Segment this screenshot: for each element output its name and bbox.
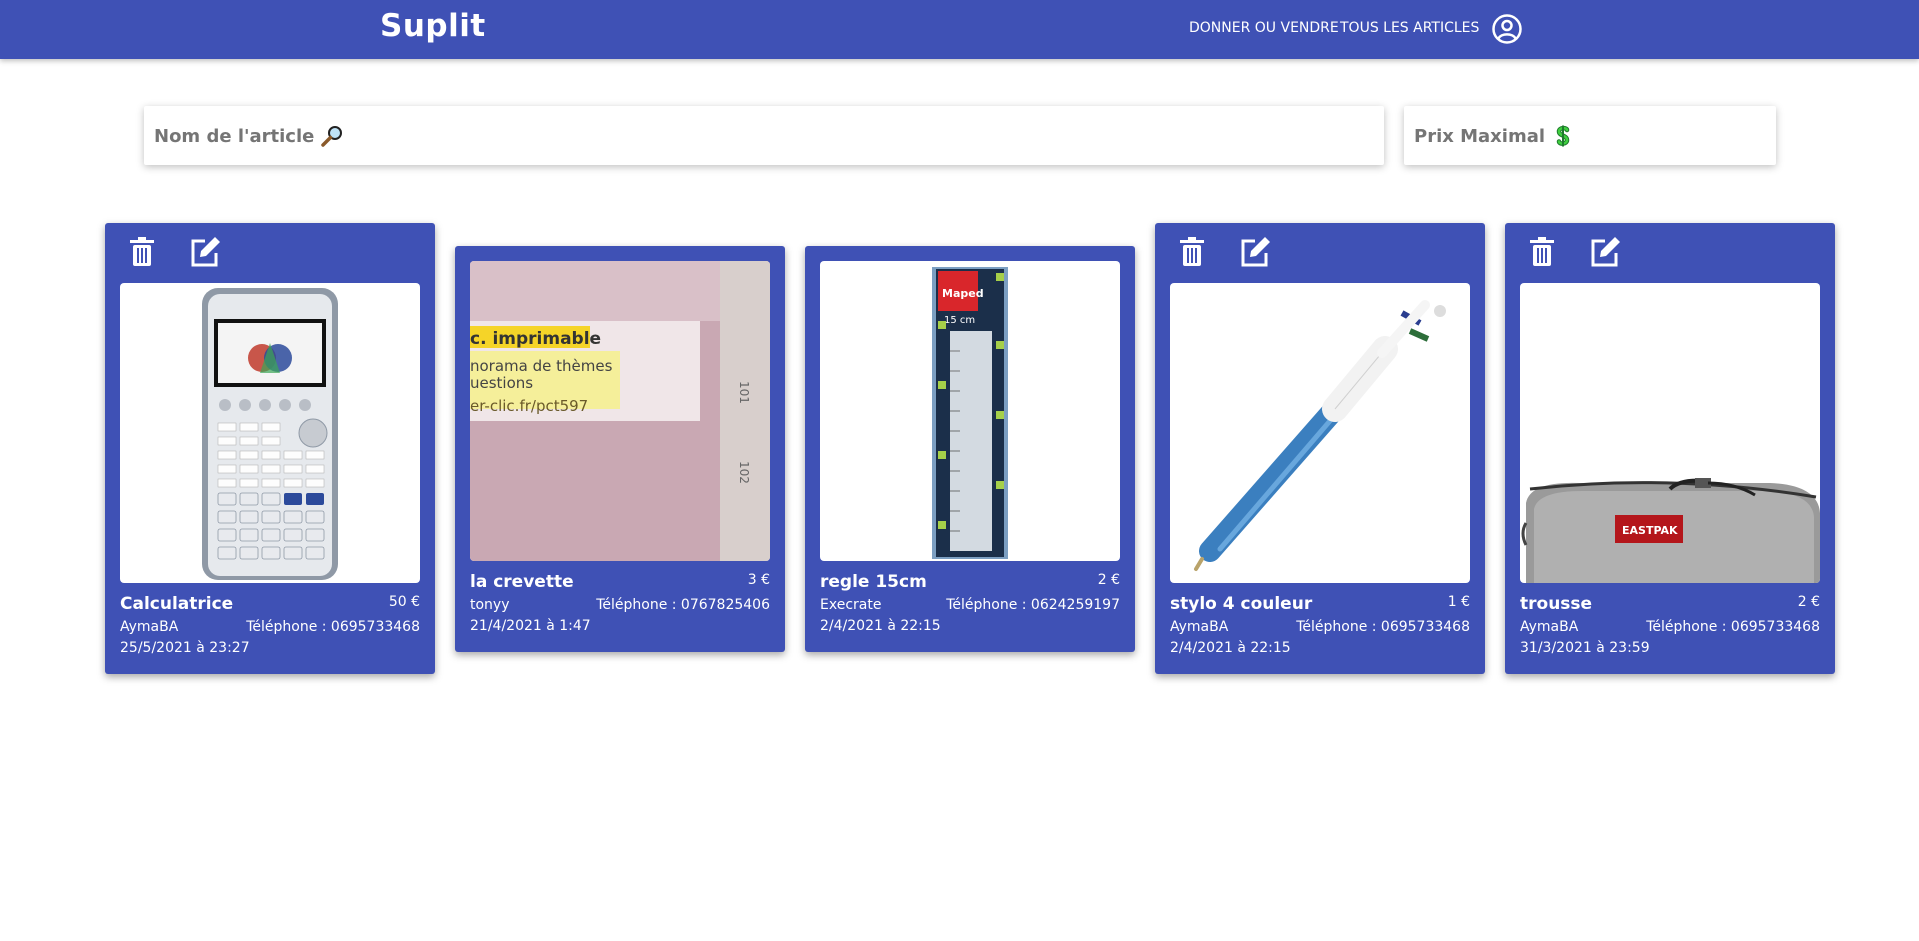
pink-folder-photo[interactable]: c. imprimable norama de thèmes uestions … xyxy=(470,261,770,561)
article-date: 2/4/2021 à 22:15 xyxy=(820,618,941,634)
article-phone: Téléphone : 0624259197 xyxy=(946,597,1120,613)
pen-photo[interactable] xyxy=(1170,283,1470,583)
article-name-placeholder: Nom de l'article xyxy=(154,125,315,147)
trash-icon[interactable] xyxy=(125,235,159,269)
article-phone: Téléphone : 0695733468 xyxy=(246,619,420,635)
svg-text:Maped: Maped xyxy=(942,287,984,300)
calculator-photo[interactable] xyxy=(120,283,420,583)
article-title: regle 15cm xyxy=(820,572,927,592)
article-date: 31/3/2021 à 23:59 xyxy=(1520,640,1650,656)
article-card[interactable]: Maped 15 cm regle 15cm 2 € Execrate Télé… xyxy=(805,246,1135,652)
trash-icon[interactable] xyxy=(1525,235,1559,269)
trash-icon[interactable] xyxy=(1175,235,1209,269)
brand-title[interactable]: Suplit xyxy=(380,8,486,44)
article-title: Calculatrice xyxy=(120,594,234,614)
svg-text:er-clic.fr/pct597: er-clic.fr/pct597 xyxy=(470,397,588,415)
article-card[interactable]: stylo 4 couleur 1 € AymaBA Téléphone : 0… xyxy=(1155,223,1485,674)
article-seller: AymaBA xyxy=(1520,619,1579,635)
nav-tous-les-articles[interactable]: TOUS LES ARTICLES xyxy=(1340,20,1479,36)
article-date: 2/4/2021 à 22:15 xyxy=(1170,640,1291,656)
svg-text:uestions: uestions xyxy=(470,374,533,392)
article-price: 2 € xyxy=(1797,594,1820,610)
svg-text:EASTPAK: EASTPAK xyxy=(1622,524,1678,537)
account-circle-icon[interactable] xyxy=(1491,13,1523,45)
article-date: 21/4/2021 à 1:47 xyxy=(470,618,591,634)
article-seller: AymaBA xyxy=(1170,619,1229,635)
svg-text:15 cm: 15 cm xyxy=(944,315,975,326)
article-seller: Execrate xyxy=(820,597,882,613)
article-card[interactable]: c. imprimable norama de thèmes uestions … xyxy=(455,246,785,652)
article-title: trousse xyxy=(1520,594,1593,614)
edit-icon[interactable] xyxy=(188,235,222,269)
edit-icon[interactable] xyxy=(1588,235,1622,269)
svg-text:101: 101 xyxy=(737,381,751,404)
edit-icon[interactable] xyxy=(1238,235,1272,269)
pencil-case-photo[interactable]: EASTPAK xyxy=(1520,283,1820,583)
svg-text:c. imprimable: c. imprimable xyxy=(470,329,601,349)
article-phone: Téléphone : 0767825406 xyxy=(596,597,770,613)
max-price-field[interactable]: Prix Maximal xyxy=(1404,106,1776,165)
article-card[interactable]: EASTPAK trousse 2 € AymaBA Téléphone : 0… xyxy=(1505,223,1835,674)
article-card[interactable]: Calculatrice 50 € AymaBA Téléphone : 069… xyxy=(105,223,435,674)
article-price: 3 € xyxy=(747,572,770,588)
article-name-search-field[interactable]: Nom de l'article xyxy=(144,106,1384,165)
app-bar: Suplit DONNER OU VENDRE TOUS LES ARTICLE… xyxy=(0,0,1919,59)
article-title: la crevette xyxy=(470,572,574,592)
ruler-photo[interactable]: Maped 15 cm xyxy=(820,261,1120,561)
svg-text:norama de thèmes: norama de thèmes xyxy=(470,357,613,375)
max-price-placeholder: Prix Maximal xyxy=(1414,125,1546,147)
article-phone: Téléphone : 0695733468 xyxy=(1646,619,1820,635)
article-seller: tonyy xyxy=(470,597,510,613)
article-phone: Téléphone : 0695733468 xyxy=(1296,619,1470,635)
article-price: 50 € xyxy=(388,594,420,610)
magnifier-icon xyxy=(321,126,343,147)
article-date: 25/5/2021 à 23:27 xyxy=(120,640,250,656)
article-price: 1 € xyxy=(1447,594,1470,610)
article-seller: AymaBA xyxy=(120,619,179,635)
nav-donner-ou-vendre[interactable]: DONNER OU VENDRE xyxy=(1189,20,1339,36)
svg-text:102: 102 xyxy=(737,461,751,484)
dollar-icon xyxy=(1556,125,1570,147)
article-title: stylo 4 couleur xyxy=(1170,594,1313,614)
article-price: 2 € xyxy=(1097,572,1120,588)
